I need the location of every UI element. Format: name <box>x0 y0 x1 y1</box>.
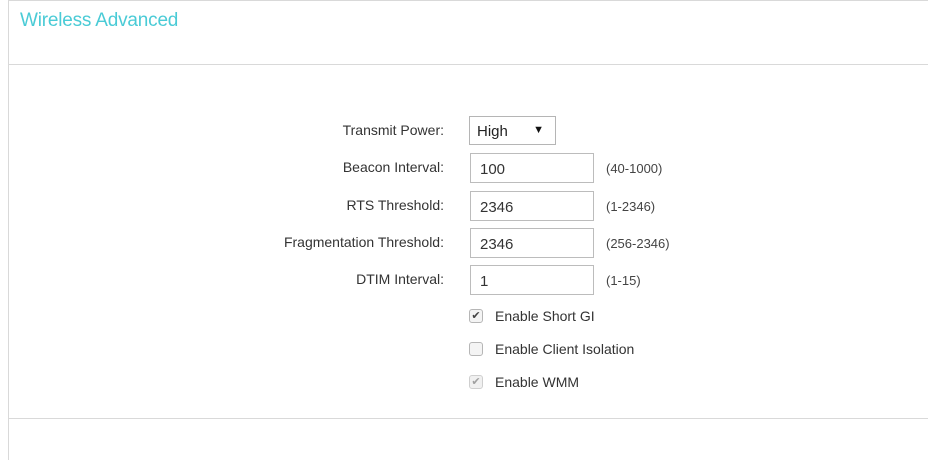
transmit-power-value: High <box>477 123 508 140</box>
beacon-interval-input[interactable]: 100 <box>470 153 594 183</box>
fragmentation-threshold-row: Fragmentation Threshold: 2346 (256-2346) <box>0 228 928 258</box>
transmit-power-select[interactable]: High ▼ <box>469 116 556 145</box>
bottom-divider <box>8 418 928 419</box>
rts-threshold-range: (1-2346) <box>606 199 656 214</box>
client-isolation-label: Enable Client Isolation <box>495 341 635 357</box>
panel-title: Wireless Advanced <box>20 10 179 31</box>
rts-threshold-label: RTS Threshold: <box>346 197 444 213</box>
short-gi-label: Enable Short GI <box>495 308 595 324</box>
dtim-interval-range: (1-15) <box>606 273 641 288</box>
transmit-power-row: Transmit Power: High ▼ <box>0 116 928 146</box>
fragmentation-threshold-label: Fragmentation Threshold: <box>283 234 444 250</box>
beacon-interval-label: Beacon Interval: <box>342 159 444 175</box>
wmm-label: Enable WMM <box>495 374 580 390</box>
beacon-interval-row: Beacon Interval: 100 (40-1000) <box>0 153 928 183</box>
dropdown-arrow-icon: ▼ <box>533 124 544 136</box>
dtim-interval-row: DTIM Interval: 1 (1-15) <box>0 265 928 295</box>
transmit-power-label: Transmit Power: <box>342 122 444 138</box>
wmm-checkbox: ✔ <box>469 375 483 389</box>
client-isolation-checkbox[interactable] <box>469 342 483 356</box>
rts-threshold-row: RTS Threshold: 2346 (1-2346) <box>0 191 928 221</box>
fragmentation-threshold-input[interactable]: 2346 <box>470 228 594 258</box>
rts-threshold-input[interactable]: 2346 <box>470 191 594 221</box>
dtim-interval-label: DTIM Interval: <box>356 271 444 287</box>
dtim-interval-input[interactable]: 1 <box>470 265 594 295</box>
beacon-interval-range: (40-1000) <box>606 161 663 176</box>
title-divider <box>8 64 928 65</box>
short-gi-checkbox[interactable]: ✔ <box>469 309 483 323</box>
fragmentation-threshold-range: (256-2346) <box>606 236 670 251</box>
